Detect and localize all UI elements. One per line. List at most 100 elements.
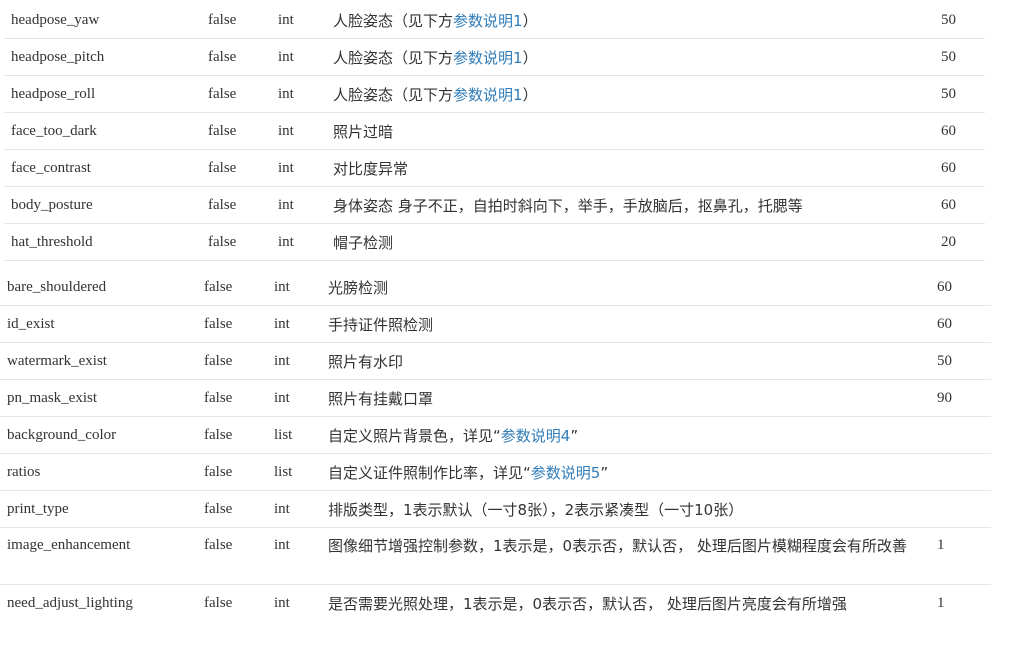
param-default: 60 — [937, 269, 991, 306]
param-required: false — [204, 527, 274, 585]
table-row: need_adjust_lighting false int 是否需要光照处理，… — [0, 585, 991, 622]
table-row: bare_shouldered false int 光膀检测 60 — [0, 269, 991, 306]
param-default: 60 — [941, 112, 985, 150]
table-row: body_posture false int 身体姿态 身子不正，自拍时斜向下，… — [4, 186, 985, 224]
param-table-bottom: bare_shouldered false int 光膀检测 60 id_exi… — [0, 269, 991, 621]
param-required: false — [208, 149, 278, 187]
param-name: hat_threshold — [4, 223, 208, 261]
param-type: int — [278, 186, 333, 224]
desc-text: 人脸姿态（见下方 — [333, 48, 454, 67]
param-required: false — [208, 75, 278, 113]
desc-text: ） — [522, 11, 538, 30]
param-default: 50 — [941, 2, 985, 39]
param-default — [937, 490, 991, 528]
param-required: false — [204, 269, 274, 306]
param-description: 对比度异常 — [333, 149, 941, 187]
table-row: image_enhancement false int 图像细节增强控制参数，1… — [0, 527, 991, 585]
param-type: int — [274, 490, 328, 528]
param-name: face_too_dark — [4, 112, 208, 150]
param-required: false — [208, 112, 278, 150]
param-description: 身体姿态 身子不正，自拍时斜向下，举手，手放脑后，抠鼻孔，托腮等 — [333, 186, 941, 224]
param-note-link[interactable]: 参数说明5 — [531, 464, 601, 482]
param-description: 自定义照片背景色，详见“参数说明4” — [328, 416, 937, 454]
desc-text: 人脸姿态（见下方 — [333, 85, 454, 104]
param-description: 是否需要光照处理，1表示是，0表示否，默认否， 处理后图片亮度会有所增强 — [328, 594, 847, 613]
table-row: headpose_yaw false int 人脸姿态（见下方参数说明1） 50 — [4, 2, 985, 39]
desc-text: ） — [522, 85, 538, 104]
table-row: headpose_roll false int 人脸姿态（见下方参数说明1） 5… — [4, 75, 985, 113]
param-required: false — [204, 305, 274, 343]
param-note-link[interactable]: 参数说明1 — [453, 86, 523, 104]
table-row: face_contrast false int 对比度异常 60 — [4, 149, 985, 187]
param-name: bare_shouldered — [0, 269, 204, 306]
param-default: 20 — [941, 223, 985, 261]
desc-text: 人脸姿态（见下方 — [333, 11, 454, 30]
param-required: false — [204, 379, 274, 417]
param-description: 照片有水印 — [328, 342, 937, 380]
param-default — [937, 453, 991, 491]
param-description: 图像细节增强控制参数，1表示是，0表示否，默认否， 处理后图片模糊程度会有所改善 — [328, 527, 937, 585]
param-description: 人脸姿态（见下方参数说明1） — [333, 38, 941, 76]
param-name: image_enhancement — [0, 527, 204, 585]
param-type: int — [274, 269, 328, 306]
param-note-link[interactable]: 参数说明4 — [501, 427, 571, 445]
param-description: 自定义证件照制作比率，详见“参数说明5” — [328, 453, 937, 491]
param-type: int — [274, 527, 328, 585]
param-type: list — [274, 416, 328, 454]
param-description: 手持证件照检测 — [328, 305, 937, 343]
param-default: 50 — [937, 342, 991, 380]
param-note-link[interactable]: 参数说明1 — [453, 12, 523, 30]
param-type: list — [274, 453, 328, 491]
param-type: int — [278, 75, 333, 113]
param-default: 60 — [941, 149, 985, 187]
table-row: pn_mask_exist false int 照片有挂戴口罩 90 — [0, 379, 991, 417]
param-name: headpose_pitch — [4, 38, 208, 76]
param-type: int — [278, 112, 333, 150]
param-default: 50 — [941, 75, 985, 113]
param-required: false — [204, 453, 274, 491]
param-default: 50 — [941, 38, 985, 76]
param-name: headpose_yaw — [4, 2, 208, 39]
param-table-top: headpose_yaw false int 人脸姿态（见下方参数说明1） 50… — [4, 2, 985, 261]
param-required: false — [204, 342, 274, 380]
param-name: headpose_roll — [4, 75, 208, 113]
desc-text: 自定义照片背景色，详见“ — [328, 426, 501, 445]
desc-text: ） — [522, 48, 538, 67]
param-required: false — [208, 38, 278, 76]
param-default: 60 — [937, 305, 991, 343]
table-row: background_color false list 自定义照片背景色，详见“… — [0, 416, 991, 454]
table-row: hat_threshold false int 帽子检测 20 — [4, 223, 985, 261]
param-name: id_exist — [0, 305, 204, 343]
param-type: int — [278, 38, 333, 76]
param-note-link[interactable]: 参数说明1 — [453, 49, 523, 67]
param-required: false — [208, 186, 278, 224]
param-required: false — [204, 594, 233, 611]
param-type: int — [278, 2, 333, 39]
param-default: 60 — [941, 186, 985, 224]
table-row: watermark_exist false int 照片有水印 50 — [0, 342, 991, 380]
param-description: 排版类型，1表示默认（一寸8张），2表示紧凑型（一寸10张） — [328, 490, 937, 528]
param-description: 照片过暗 — [333, 112, 941, 150]
desc-text: 自定义证件照制作比率，详见“ — [328, 463, 531, 482]
param-name: need_adjust_lighting — [7, 594, 133, 611]
table-row: print_type false int 排版类型，1表示默认（一寸8张），2表… — [0, 490, 991, 528]
param-default: 90 — [937, 379, 991, 417]
param-type: int — [274, 342, 328, 380]
param-name: ratios — [0, 453, 204, 491]
table-row: headpose_pitch false int 人脸姿态（见下方参数说明1） … — [4, 38, 985, 76]
param-description: 光膀检测 — [328, 269, 937, 306]
param-type: int — [274, 379, 328, 417]
param-type: int — [274, 305, 328, 343]
param-required: false — [208, 223, 278, 261]
param-required: false — [204, 416, 274, 454]
desc-text: ” — [570, 426, 579, 445]
table-row: face_too_dark false int 照片过暗 60 — [4, 112, 985, 150]
param-name: face_contrast — [4, 149, 208, 187]
param-description: 帽子检测 — [333, 223, 941, 261]
param-default — [937, 416, 991, 454]
param-required: false — [204, 490, 274, 528]
param-description: 人脸姿态（见下方参数说明1） — [333, 75, 941, 113]
table-row: ratios false list 自定义证件照制作比率，详见“参数说明5” — [0, 453, 991, 491]
param-type: int — [274, 594, 290, 611]
param-description: 照片有挂戴口罩 — [328, 379, 937, 417]
